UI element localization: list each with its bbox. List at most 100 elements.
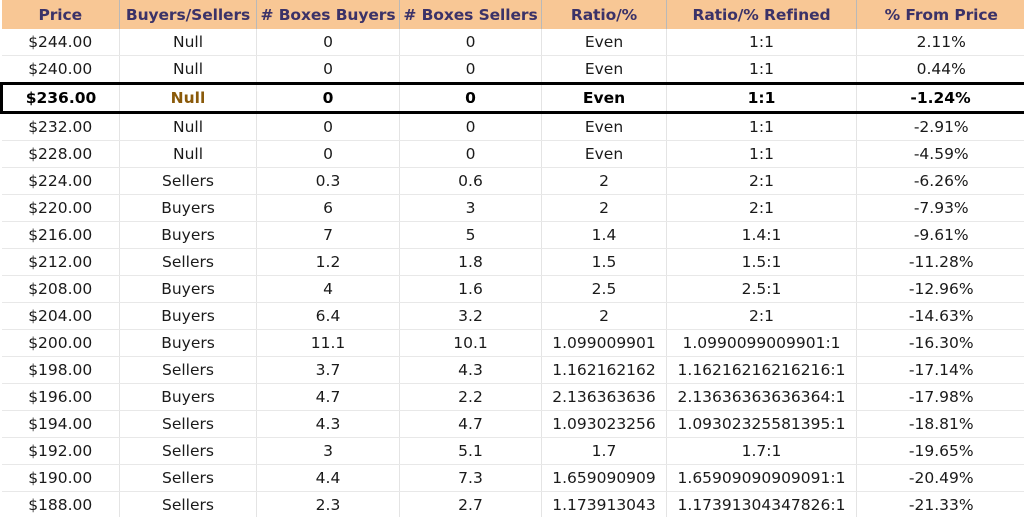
cell-ratio[interactable]: 1.5 xyxy=(541,248,667,276)
cell-boxes-buyers[interactable]: 0 xyxy=(256,55,400,84)
cell-ratio-refined[interactable]: 2:1 xyxy=(666,167,857,195)
cell-price[interactable]: $228.00 xyxy=(1,140,120,168)
cell-pct-from-price[interactable]: -19.65% xyxy=(856,437,1024,465)
cell-boxes-sellers[interactable]: 0.6 xyxy=(399,167,542,195)
cell-boxes-sellers[interactable]: 4.7 xyxy=(399,410,542,438)
column-header-price[interactable]: Price xyxy=(1,0,120,29)
cell-price[interactable]: $198.00 xyxy=(1,356,120,384)
table-row[interactable]: $212.00 Sellers 1.2 1.8 1.5 1.5:1 -11.28% xyxy=(1,248,1024,276)
cell-ratio-refined[interactable]: 1:1 xyxy=(666,112,857,141)
cell-price[interactable]: $212.00 xyxy=(1,248,120,276)
cell-ratio-refined[interactable]: 2.5:1 xyxy=(666,275,857,303)
cell-boxes-sellers[interactable]: 3.2 xyxy=(399,302,542,330)
cell-boxes-buyers[interactable]: 6.4 xyxy=(256,302,400,330)
cell-boxes-sellers[interactable]: 0 xyxy=(399,82,542,114)
cell-ratio-refined[interactable]: 1.4:1 xyxy=(666,221,857,249)
cell-pct-from-price[interactable]: -7.93% xyxy=(856,194,1024,222)
cell-boxes-buyers[interactable]: 0 xyxy=(256,82,400,114)
cell-boxes-buyers[interactable]: 0 xyxy=(256,29,400,56)
cell-boxes-sellers[interactable]: 4.3 xyxy=(399,356,542,384)
cell-ratio[interactable]: 1.173913043 xyxy=(541,491,667,517)
cell-ratio-refined[interactable]: 1.65909090909091:1 xyxy=(666,464,857,492)
table-row[interactable]: $220.00 Buyers 6 3 2 2:1 -7.93% xyxy=(1,194,1024,222)
cell-boxes-buyers[interactable]: 4.3 xyxy=(256,410,400,438)
cell-pct-from-price[interactable]: -18.81% xyxy=(856,410,1024,438)
cell-pct-from-price[interactable]: -11.28% xyxy=(856,248,1024,276)
cell-ratio[interactable]: 1.099009901 xyxy=(541,329,667,357)
cell-ratio[interactable]: Even xyxy=(541,140,667,168)
cell-price[interactable]: $190.00 xyxy=(1,464,120,492)
cell-price[interactable]: $200.00 xyxy=(1,329,120,357)
cell-boxes-buyers[interactable]: 4.4 xyxy=(256,464,400,492)
cell-boxes-sellers[interactable]: 3 xyxy=(399,194,542,222)
cell-boxes-sellers[interactable]: 10.1 xyxy=(399,329,542,357)
column-header-buyers-sellers[interactable]: Buyers/Sellers xyxy=(119,0,257,29)
cell-boxes-buyers[interactable]: 0 xyxy=(256,140,400,168)
cell-boxes-sellers[interactable]: 7.3 xyxy=(399,464,542,492)
cell-pct-from-price[interactable]: -12.96% xyxy=(856,275,1024,303)
cell-boxes-sellers[interactable]: 1.8 xyxy=(399,248,542,276)
cell-pct-from-price[interactable]: -9.61% xyxy=(856,221,1024,249)
cell-boxes-buyers[interactable]: 11.1 xyxy=(256,329,400,357)
cell-pct-from-price[interactable]: -17.14% xyxy=(856,356,1024,384)
cell-price[interactable]: $204.00 xyxy=(1,302,120,330)
table-row[interactable]: $204.00 Buyers 6.4 3.2 2 2:1 -14.63% xyxy=(1,302,1024,330)
cell-boxes-sellers[interactable]: 0 xyxy=(399,29,542,56)
cell-pct-from-price[interactable]: -6.26% xyxy=(856,167,1024,195)
cell-ratio-refined[interactable]: 1:1 xyxy=(666,82,857,114)
cell-boxes-sellers[interactable]: 5 xyxy=(399,221,542,249)
cell-boxes-sellers[interactable]: 1.6 xyxy=(399,275,542,303)
cell-buyers-sellers[interactable]: Buyers xyxy=(119,221,257,249)
cell-buyers-sellers[interactable]: Sellers xyxy=(119,356,257,384)
table-row[interactable]: $232.00 Null 0 0 Even 1:1 -2.91% xyxy=(1,112,1024,141)
cell-buyers-sellers[interactable]: Null xyxy=(119,112,257,141)
cell-pct-from-price[interactable]: -17.98% xyxy=(856,383,1024,411)
cell-pct-from-price[interactable]: -1.24% xyxy=(856,82,1024,114)
cell-boxes-buyers[interactable]: 4.7 xyxy=(256,383,400,411)
cell-boxes-buyers[interactable]: 0.3 xyxy=(256,167,400,195)
cell-ratio-refined[interactable]: 2:1 xyxy=(666,302,857,330)
cell-buyers-sellers[interactable]: Buyers xyxy=(119,302,257,330)
table-row[interactable]: $224.00 Sellers 0.3 0.6 2 2:1 -6.26% xyxy=(1,167,1024,195)
cell-ratio-refined[interactable]: 1.09302325581395:1 xyxy=(666,410,857,438)
cell-ratio[interactable]: 2 xyxy=(541,194,667,222)
cell-boxes-buyers[interactable]: 0 xyxy=(256,112,400,141)
table-row[interactable]: $190.00 Sellers 4.4 7.3 1.659090909 1.6590909… xyxy=(1,464,1024,492)
table-row[interactable]: $240.00 Null 0 0 Even 1:1 0.44% xyxy=(1,55,1024,84)
table-row[interactable]: $236.00 Null 0 0 Even 1:1 -1.24% xyxy=(0,82,1024,114)
cell-ratio-refined[interactable]: 1:1 xyxy=(666,140,857,168)
cell-pct-from-price[interactable]: -16.30% xyxy=(856,329,1024,357)
column-header-pct-from-price[interactable]: % From Price xyxy=(856,0,1024,29)
cell-price[interactable]: $224.00 xyxy=(1,167,120,195)
table-row[interactable]: $192.00 Sellers 3 5.1 1.7 1.7:1 -19.65% xyxy=(1,437,1024,465)
cell-price[interactable]: $192.00 xyxy=(1,437,120,465)
cell-boxes-buyers[interactable]: 1.2 xyxy=(256,248,400,276)
cell-ratio-refined[interactable]: 1.0990099009901:1 xyxy=(666,329,857,357)
cell-ratio[interactable]: Even xyxy=(541,82,667,114)
cell-pct-from-price[interactable]: -4.59% xyxy=(856,140,1024,168)
cell-ratio[interactable]: 2 xyxy=(541,302,667,330)
cell-ratio[interactable]: Even xyxy=(541,29,667,56)
table-row[interactable]: $208.00 Buyers 4 1.6 2.5 2.5:1 -12.96% xyxy=(1,275,1024,303)
cell-price[interactable]: $232.00 xyxy=(1,112,120,141)
cell-ratio-refined[interactable]: 1.16216216216216:1 xyxy=(666,356,857,384)
cell-ratio-refined[interactable]: 1.17391304347826:1 xyxy=(666,491,857,517)
cell-ratio-refined[interactable]: 1.5:1 xyxy=(666,248,857,276)
table-row[interactable]: $198.00 Sellers 3.7 4.3 1.162162162 1.1621621… xyxy=(1,356,1024,384)
cell-boxes-sellers[interactable]: 2.7 xyxy=(399,491,542,517)
cell-ratio[interactable]: Even xyxy=(541,112,667,141)
cell-buyers-sellers[interactable]: Buyers xyxy=(119,275,257,303)
cell-buyers-sellers[interactable]: Null xyxy=(119,82,257,114)
column-header-ratio-refined[interactable]: Ratio/% Refined xyxy=(666,0,857,29)
cell-buyers-sellers[interactable]: Sellers xyxy=(119,410,257,438)
cell-ratio[interactable]: 1.093023256 xyxy=(541,410,667,438)
cell-ratio[interactable]: Even xyxy=(541,55,667,84)
cell-pct-from-price[interactable]: -14.63% xyxy=(856,302,1024,330)
cell-buyers-sellers[interactable]: Null xyxy=(119,55,257,84)
cell-price[interactable]: $240.00 xyxy=(1,55,120,84)
cell-price[interactable]: $244.00 xyxy=(1,29,120,56)
cell-ratio-refined[interactable]: 2:1 xyxy=(666,194,857,222)
cell-price[interactable]: $194.00 xyxy=(1,410,120,438)
cell-ratio[interactable]: 2 xyxy=(541,167,667,195)
cell-boxes-buyers[interactable]: 7 xyxy=(256,221,400,249)
